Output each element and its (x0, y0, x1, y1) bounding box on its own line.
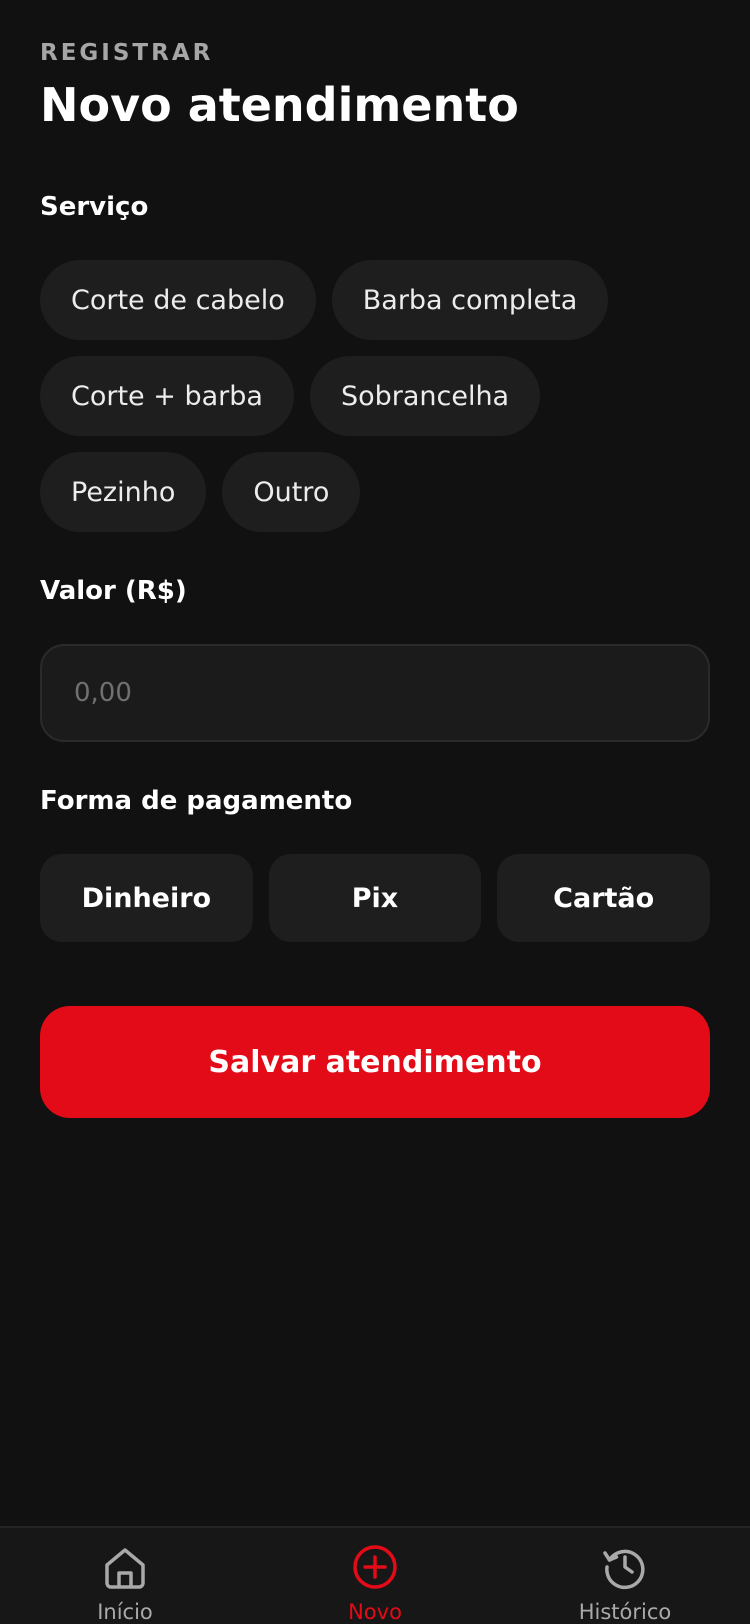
service-chip-outro[interactable]: Outro (222, 452, 361, 532)
bottom-navigation: Início Novo Histórico (0, 1526, 750, 1624)
nav-label-inicio: Início (97, 1600, 153, 1624)
value-section-label: Valor (R$) (40, 576, 187, 606)
nav-item-inicio[interactable]: Início (0, 1528, 250, 1624)
value-input[interactable] (40, 644, 710, 742)
service-chip-group: Corte de cabelo Barba completa Corte + b… (40, 260, 710, 532)
service-chip-corte-barba[interactable]: Corte + barba (40, 356, 294, 436)
payment-option-dinheiro[interactable]: Dinheiro (40, 854, 253, 942)
nav-label-novo: Novo (348, 1600, 402, 1624)
home-icon (105, 1548, 145, 1589)
plus-circle-icon (353, 1545, 397, 1589)
nav-item-historico[interactable]: Histórico (500, 1528, 750, 1624)
nav-label-historico: Histórico (578, 1600, 672, 1624)
payment-option-pix[interactable]: Pix (268, 854, 482, 942)
page-eyebrow: REGISTRAR (40, 40, 214, 66)
service-chip-sobrancelha[interactable]: Sobrancelha (309, 356, 541, 436)
service-chip-pezinho[interactable]: Pezinho (40, 452, 207, 532)
save-button[interactable]: Salvar atendimento (40, 1006, 710, 1118)
payment-option-cartao[interactable]: Cartão (497, 854, 711, 942)
payment-option-group: Dinheiro Pix Cartão (40, 854, 711, 942)
page-title: Novo atendimento (40, 78, 519, 132)
service-section-label: Serviço (40, 192, 149, 222)
service-chip-corte-de-cabelo[interactable]: Corte de cabelo (40, 260, 316, 340)
nav-item-novo[interactable]: Novo (250, 1528, 500, 1624)
history-icon (603, 1549, 645, 1590)
service-chip-barba-completa[interactable]: Barba completa (331, 260, 609, 340)
payment-section-label: Forma de pagamento (40, 786, 353, 816)
